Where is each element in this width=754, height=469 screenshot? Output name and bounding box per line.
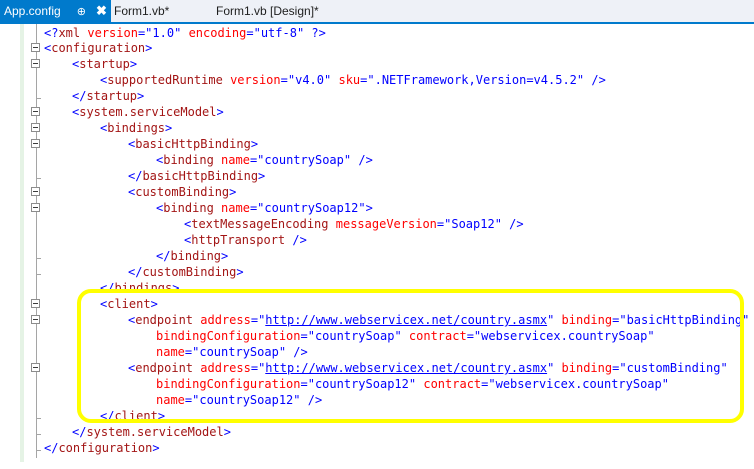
collapse-icon[interactable]: [31, 123, 40, 132]
code-line-27[interactable]: </configuration>: [44, 440, 160, 456]
code-line-12[interactable]: <binding name="countrySoap12">: [156, 200, 373, 216]
document-tab-strip: App.config ⊕ ✖ Form1.vb* Form1.vb [Design]…: [0, 0, 754, 24]
collapse-icon[interactable]: [31, 139, 40, 148]
close-icon[interactable]: ✖: [96, 0, 107, 22]
collapse-icon[interactable]: [31, 43, 40, 52]
code-line-9[interactable]: <binding name="countrySoap" />: [156, 152, 373, 168]
code-line-13[interactable]: <textMessageEncoding messageVersion="Soa…: [184, 216, 524, 232]
collapse-icon[interactable]: [31, 107, 40, 116]
fold-end-marker: [36, 178, 41, 179]
code-line-2[interactable]: <configuration>: [44, 40, 152, 56]
tab-label: Form1.vb*: [114, 4, 170, 18]
code-line-8[interactable]: <basicHttpBinding>: [128, 136, 258, 152]
tab-form1-vb[interactable]: Form1.vb*: [114, 0, 169, 22]
tab-label: Form1.vb [Design]*: [216, 4, 319, 18]
collapse-icon[interactable]: [31, 363, 40, 372]
code-line-7[interactable]: <bindings>: [100, 120, 172, 136]
code-line-1[interactable]: <?xml version="1.0" encoding="utf-8" ?>: [44, 25, 326, 41]
pin-icon[interactable]: ⊕: [77, 1, 86, 23]
fold-end-marker: [36, 274, 41, 275]
fold-end-marker: [36, 258, 41, 259]
code-line-14[interactable]: <httpTransport />: [184, 232, 307, 248]
collapse-icon[interactable]: [31, 203, 40, 212]
collapse-icon[interactable]: [31, 299, 40, 308]
collapse-icon[interactable]: [31, 187, 40, 196]
change-indicator-bar: [20, 24, 24, 462]
outline-guide: [36, 24, 37, 458]
tab-app-config[interactable]: App.config ⊕ ✖: [0, 0, 111, 22]
code-line-6[interactable]: <system.serviceModel>: [72, 104, 224, 120]
code-line-16[interactable]: </customBinding>: [128, 264, 244, 280]
code-line-4[interactable]: <supportedRuntime version="v4.0" sku=".N…: [100, 72, 606, 88]
fold-end-marker: [36, 98, 41, 99]
tab-label: App.config: [4, 4, 61, 18]
code-line-10[interactable]: </basicHttpBinding>: [128, 168, 265, 184]
code-line-15[interactable]: </binding>: [156, 248, 228, 264]
collapse-icon[interactable]: [31, 59, 40, 68]
code-line-11[interactable]: <customBinding>: [128, 184, 236, 200]
code-line-5[interactable]: </startup>: [72, 88, 144, 104]
fold-end-marker: [36, 450, 41, 451]
fold-end-marker: [36, 418, 41, 419]
code-line-3[interactable]: <startup>: [72, 56, 137, 72]
tab-form1-design[interactable]: Form1.vb [Design]*: [216, 0, 319, 22]
collapse-icon[interactable]: [31, 315, 40, 324]
code-line-26[interactable]: </system.serviceModel>: [72, 424, 231, 440]
client-section-highlight: [77, 289, 744, 423]
fold-end-marker: [36, 434, 41, 435]
